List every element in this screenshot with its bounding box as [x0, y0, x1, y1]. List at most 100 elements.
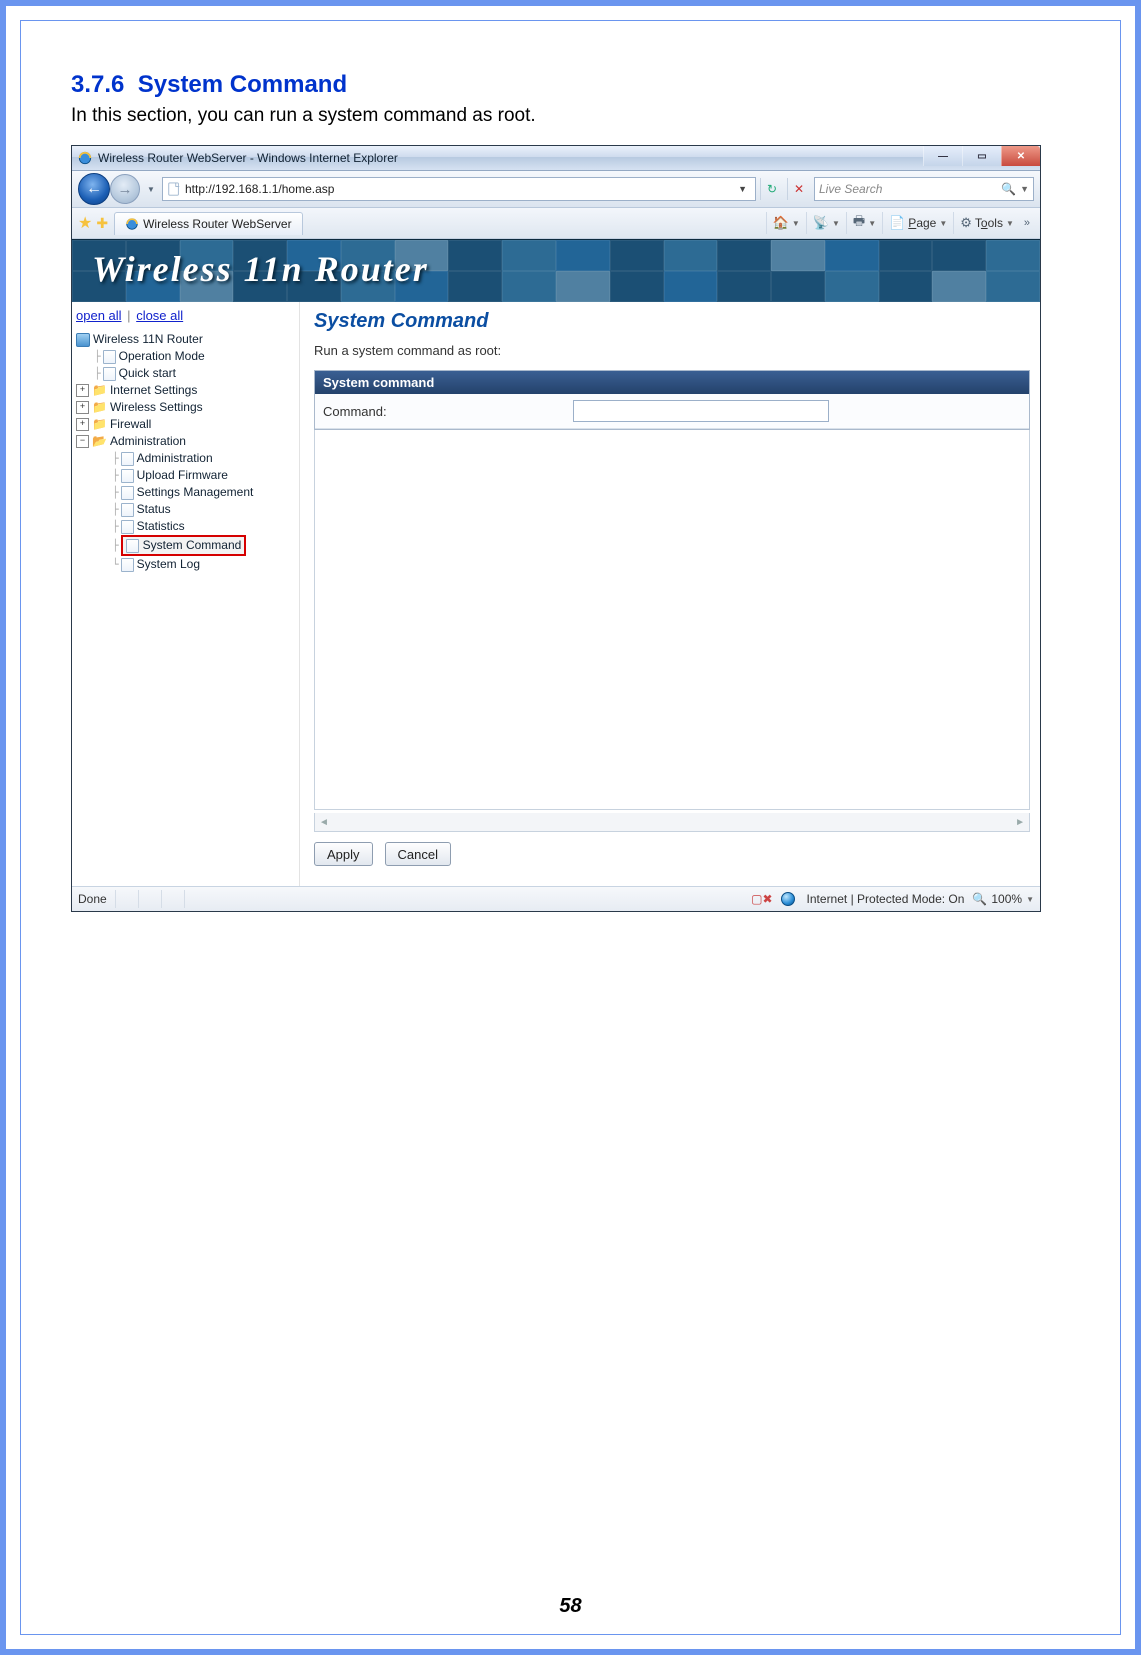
page-icon	[121, 469, 134, 483]
page-icon	[103, 350, 116, 364]
page-icon	[121, 520, 134, 534]
ie-window: Wireless Router WebServer - Windows Inte…	[71, 145, 1041, 912]
expand-icon[interactable]: +	[76, 401, 89, 414]
page-menu-button[interactable]: 📄Page▼	[882, 212, 953, 234]
address-input[interactable]: http://192.168.1.1/home.asp ▼	[162, 177, 756, 201]
page-icon	[103, 367, 116, 381]
tree-item-status[interactable]: ├ Status	[76, 501, 297, 518]
page-icon	[126, 539, 139, 553]
command-label: Command:	[323, 404, 573, 419]
tree-item-settings-management[interactable]: ├ Settings Management	[76, 484, 297, 501]
panel-system-command: System command Command:	[314, 370, 1030, 430]
page-title: System Command	[314, 310, 1030, 333]
ie-icon	[78, 151, 92, 165]
zoom-dropdown-icon[interactable]: ▼	[1026, 895, 1034, 904]
home-button[interactable]: 🏠▼	[766, 212, 806, 234]
tab-title: Wireless Router WebServer	[143, 217, 292, 231]
tree-item-system-command[interactable]: ├ System Command	[76, 535, 297, 556]
zoom-value: 100%	[991, 892, 1022, 906]
zoom-icon: 🔍	[972, 892, 987, 906]
address-bar: ← → ▼ http://192.168.1.1/home.asp ▼ ↻ ✕ …	[72, 171, 1040, 208]
banner: Wireless 11n Router	[72, 239, 1040, 302]
search-input[interactable]: Live Search 🔍 ▼	[814, 177, 1034, 201]
status-text: Done	[78, 892, 107, 906]
section-text: In this section, you can run a system co…	[71, 105, 1070, 127]
feeds-button[interactable]: 📡▼	[806, 212, 846, 234]
close-button[interactable]: ✕	[1001, 146, 1040, 166]
tree-item-upload-firmware[interactable]: ├ Upload Firmware	[76, 467, 297, 484]
open-all-link[interactable]: open all	[76, 308, 122, 323]
favorites-icon[interactable]: ★	[78, 213, 92, 233]
folder-icon: 📁	[92, 399, 107, 416]
tools-menu-button[interactable]: ⚙Tools▼	[953, 212, 1020, 234]
gear-icon: ⚙	[960, 215, 972, 231]
nav-history-dropdown[interactable]: ▼	[144, 182, 158, 196]
tree-item-quick-start[interactable]: ├ Quick start	[76, 365, 297, 382]
banner-title: Wireless 11n Router	[92, 248, 429, 290]
collapse-icon[interactable]: −	[76, 435, 89, 448]
back-button[interactable]: ←	[78, 173, 110, 205]
panel-heading: System command	[315, 371, 1029, 394]
search-dropdown-icon[interactable]: ▼	[1020, 184, 1029, 194]
folder-open-icon: 📂	[92, 433, 107, 450]
titlebar: Wireless Router WebServer - Windows Inte…	[72, 146, 1040, 171]
security-warning-icon[interactable]: ▢✖	[751, 892, 772, 906]
security-zone-text: Internet | Protected Mode: On	[807, 892, 965, 906]
forward-button[interactable]: →	[110, 174, 140, 204]
page-number: 58	[21, 1595, 1120, 1618]
tree-item-system-log[interactable]: └ System Log	[76, 556, 297, 573]
tree-item-statistics[interactable]: ├ Statistics	[76, 518, 297, 535]
tab-active[interactable]: Wireless Router WebServer	[114, 212, 303, 235]
page-icon	[167, 182, 181, 196]
search-icon[interactable]: 🔍	[1001, 182, 1016, 196]
cancel-button[interactable]: Cancel	[385, 842, 451, 866]
add-favorite-icon[interactable]: ✚	[96, 215, 108, 232]
section-heading: 3.7.6 System Command	[71, 71, 1070, 99]
folder-icon: 📁	[92, 382, 107, 399]
apply-button[interactable]: Apply	[314, 842, 373, 866]
separator: |	[127, 308, 130, 323]
address-dropdown-icon[interactable]: ▼	[734, 184, 751, 194]
section-title: System Command	[138, 71, 347, 98]
tree-item-firewall[interactable]: + 📁 Firewall	[76, 416, 297, 433]
folder-icon: 📁	[92, 416, 107, 433]
page-icon	[121, 486, 134, 500]
print-button[interactable]: 🖶▼	[846, 212, 882, 234]
rss-icon: 📡	[813, 215, 829, 231]
horizontal-scrollbar[interactable]: ◄►	[314, 813, 1030, 832]
close-all-link[interactable]: close all	[136, 308, 183, 323]
tree-item-internet-settings[interactable]: + 📁 Internet Settings	[76, 382, 297, 399]
maximize-button[interactable]: ▭	[962, 146, 1001, 166]
zoom-control[interactable]: 🔍 100% ▼	[972, 892, 1034, 906]
tree-root[interactable]: Wireless 11N Router	[76, 331, 297, 348]
home-icon: 🏠	[773, 215, 789, 231]
refresh-button[interactable]: ↻	[760, 178, 783, 200]
sidebar: open all | close all Wireless 11N Router…	[72, 302, 300, 886]
page-subtitle: Run a system command as root:	[314, 343, 1030, 358]
print-icon: 🖶	[853, 212, 865, 234]
url-text: http://192.168.1.1/home.asp	[185, 182, 730, 196]
output-area[interactable]	[314, 430, 1030, 810]
tree-item-operation-mode[interactable]: ├ Operation Mode	[76, 348, 297, 365]
search-placeholder: Live Search	[819, 182, 997, 196]
stop-button[interactable]: ✕	[787, 178, 810, 200]
router-icon	[76, 333, 90, 347]
expand-icon[interactable]: +	[76, 418, 89, 431]
tree-item-administration-sub[interactable]: ├ Administration	[76, 450, 297, 467]
main-content: System Command Run a system command as r…	[300, 302, 1040, 886]
page-icon	[121, 558, 134, 572]
expand-icon[interactable]: +	[76, 384, 89, 397]
command-row: Command:	[315, 394, 1029, 429]
section-number: 3.7.6	[71, 71, 124, 98]
page-icon	[121, 452, 134, 466]
command-input[interactable]	[573, 400, 829, 422]
tree-item-administration[interactable]: − 📂 Administration	[76, 433, 297, 450]
command-bar: 🏠▼ 📡▼ 🖶▼ 📄Page▼ ⚙Tools▼ »	[766, 212, 1034, 234]
minimize-button[interactable]: —	[923, 146, 962, 166]
tree-item-wireless-settings[interactable]: + 📁 Wireless Settings	[76, 399, 297, 416]
toolbar-overflow-icon[interactable]: »	[1020, 217, 1034, 229]
page-icon	[121, 503, 134, 517]
ie-page-icon	[125, 217, 139, 231]
window-title: Wireless Router WebServer - Windows Inte…	[98, 151, 398, 165]
internet-zone-icon	[781, 892, 795, 906]
